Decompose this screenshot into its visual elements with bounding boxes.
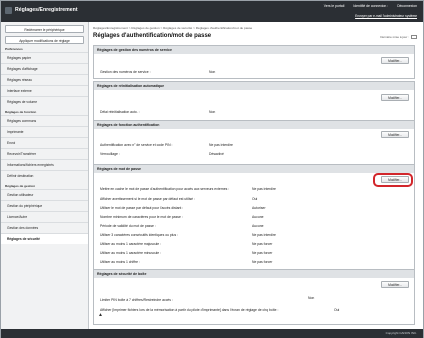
setting-label: Nombre minimum de caractères pour le mot… [100, 215, 183, 219]
setting-label: Afficher avertissement si le mot de pass… [100, 197, 195, 201]
main-content: Réglages/Enregistrement > Réglages de ge… [93, 22, 421, 338]
last-updated: Dernière mise à jour : [380, 35, 417, 40]
top-links: Vers le portail Identifié de connexion :… [324, 4, 417, 8]
setting-label: Utiliser au moins 1 chiffre : [100, 260, 140, 264]
sidebar-section-preferences: Préférences [5, 47, 23, 51]
setting-label: Afficher [Imprimer fichiers lors de la m… [100, 308, 279, 312]
setting-value: Ne pas interdire [252, 233, 276, 237]
card-title: Réglages de gestion des numéros de servi… [94, 46, 414, 54]
setting-value: Non [308, 296, 315, 300]
card-title: Réglages de mot de passe [94, 165, 414, 173]
sidebar-item-volume[interactable]: Réglages de volume [1, 96, 88, 107]
logout-link[interactable]: Déconnexion [397, 4, 417, 8]
modify-button[interactable]: Modifier... [381, 281, 409, 288]
modify-button[interactable]: Modifier... [381, 57, 409, 64]
sidebar-item-user-management[interactable]: Gestion utilisateur [1, 189, 88, 200]
refresh-icon[interactable] [411, 35, 417, 40]
sidebar-item-network[interactable]: Réglages réseau [1, 74, 88, 85]
setting-value: Désactivé [209, 152, 224, 156]
setting-value: Oui [334, 308, 340, 312]
card-title: Réglages de fonction authentification [94, 121, 414, 129]
app-title: Réglages/Enregistrement [15, 7, 78, 13]
setting-label: Limiter PIN boîte à 7 chiffres/Restreind… [100, 298, 173, 302]
setting-label: Authentification avec n° de service et c… [100, 143, 173, 147]
setting-value: Ne pas interdire [252, 187, 276, 191]
top-bar: Réglages/Enregistrement Vers le portail … [1, 1, 423, 22]
setting-label: Utiliser le mot de passe par défaut pour… [100, 206, 184, 210]
settings-icon [5, 7, 12, 14]
sidebar-item-security[interactable]: Réglages de sécurité [1, 233, 88, 244]
portal-link[interactable]: Vers le portail [324, 4, 345, 8]
sidebar-item-common[interactable]: Réglages communs [1, 115, 88, 126]
setting-value: Ne pas interdire [209, 143, 233, 147]
setting-value: Ne pas forcer [252, 242, 273, 246]
copyright: Copyright CANON INC. [385, 331, 417, 335]
page-title: Réglages d'authentification/mot de passe [93, 33, 212, 39]
setting-label: Utiliser au moins 1 caractère minuscule … [100, 251, 162, 255]
sidebar-item-send[interactable]: Envoi [1, 137, 88, 148]
restart-device-button[interactable]: Redémarrer le périphérique [5, 25, 84, 33]
setting-value: Non [209, 110, 216, 114]
last-updated-label: Dernière mise à jour : [380, 35, 409, 39]
sidebar-item-stored-files[interactable]: Informations/fichiers enregistrés [1, 159, 88, 170]
setting-label: Période de validité du mot de passe : [100, 224, 156, 228]
modify-button[interactable]: Modifier... [381, 176, 409, 183]
setting-value: Oui [252, 197, 258, 201]
auth-function-card: Réglages de fonction authentification Mo… [93, 120, 415, 166]
sidebar-item-data-management[interactable]: Gestion des données [1, 222, 88, 233]
page-top-icon[interactable]: ▲ [98, 312, 103, 318]
apply-settings-button[interactable]: Appliquer modifications de réglage [5, 36, 84, 44]
sidebar-item-receive-forward[interactable]: Recevoir/Transférer [1, 148, 88, 159]
setting-value: Ne pas forcer [252, 251, 273, 255]
setting-label: Utiliser au moins 1 caractère majuscule … [100, 242, 162, 246]
app-window: Réglages/Enregistrement Vers le portail … [0, 0, 424, 338]
sidebar-item-display[interactable]: Réglages d'affichage [1, 63, 88, 74]
service-id-card: Réglages de gestion des numéros de servi… [93, 45, 415, 79]
breadcrumb: Réglages/Enregistrement > Réglages de ge… [93, 26, 253, 30]
setting-value: Non [209, 70, 216, 74]
setting-value: Autoriser [252, 206, 266, 210]
sidebar-item-device-management[interactable]: Gestion du périphérique [1, 200, 88, 211]
card-title: Réglages de sécurité de boîte [94, 270, 414, 278]
card-title: Réglages de réinitialisation automatique [94, 82, 414, 90]
sidebar-item-printer[interactable]: Imprimante [1, 126, 88, 137]
sidebar-item-paper[interactable]: Réglages papier [1, 52, 88, 63]
sidebar-item-license[interactable]: Licence/Autre [1, 211, 88, 222]
box-security-card: Réglages de sécurité de boîte Modifier..… [93, 269, 415, 325]
modify-button[interactable]: Modifier... [381, 94, 409, 101]
sidebar: Redémarrer le périphérique Appliquer mod… [1, 22, 89, 338]
setting-label: Gestion des numéros de service : [100, 70, 151, 74]
setting-label: Mettre en cache le mot de passe d'authen… [100, 187, 230, 191]
footer: Copyright CANON INC. [1, 329, 423, 338]
modify-button[interactable]: Modifier... [381, 131, 409, 138]
setting-value: Aucune [252, 224, 264, 228]
sidebar-section-functions: Réglages de fonction [5, 110, 37, 114]
setting-value: Ne pas forcer [252, 260, 273, 264]
login-id-label: Identifié de connexion : [353, 4, 389, 8]
email-admin-link[interactable]: Envoyer par e-mail l'administrateur syst… [355, 14, 417, 18]
sidebar-item-destination[interactable]: Définir destination [1, 170, 88, 181]
setting-value: Aucune [252, 215, 264, 219]
setting-label: Verrouillage : [100, 152, 120, 156]
setting-label: Utiliser 3 caractères consécutifs identi… [100, 233, 179, 237]
sidebar-section-management: Réglages de gestion [5, 184, 36, 188]
sidebar-item-external-interface[interactable]: Interface externe [1, 85, 88, 96]
setting-label: Délai réinitialisation auto. : [100, 110, 140, 114]
